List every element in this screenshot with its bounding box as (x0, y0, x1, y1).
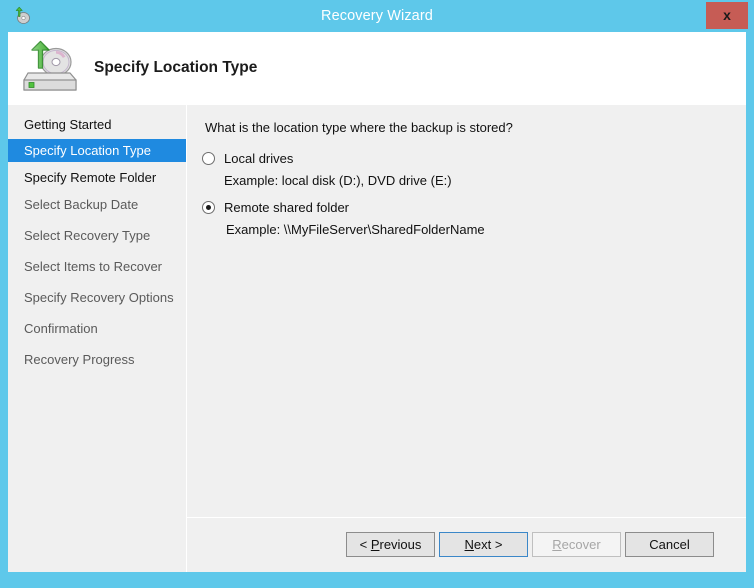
sidebar-item-recovery-progress[interactable]: Recovery Progress (8, 348, 186, 371)
next-suffix: ext > (474, 537, 503, 552)
recovery-wizard-window: Recovery Wizard x (0, 0, 754, 588)
close-icon[interactable]: x (706, 2, 748, 29)
wizard-body: Getting Started Specify Location Type Sp… (8, 105, 746, 572)
wizard-content: What is the location type where the back… (187, 105, 746, 572)
title-bar: Recovery Wizard x (0, 0, 754, 32)
example-remote-shared-folder: Example: \\MyFileServer\SharedFolderName (226, 222, 485, 237)
recover-suffix: ecover (562, 537, 601, 552)
next-accel: N (465, 537, 474, 552)
wizard-steps-sidebar: Getting Started Specify Location Type Sp… (8, 105, 186, 572)
cancel-label: Cancel (649, 537, 689, 552)
radio-icon-local-drives[interactable] (202, 152, 215, 165)
example-local-drives: Example: local disk (D:), DVD drive (E:) (224, 173, 452, 188)
page-title: Specify Location Type (94, 59, 257, 77)
location-type-question: What is the location type where the back… (205, 120, 513, 135)
footer-divider (187, 517, 746, 518)
sidebar-item-specify-recovery-options[interactable]: Specify Recovery Options (8, 286, 186, 309)
window-title: Recovery Wizard (0, 0, 754, 32)
sidebar-item-select-items-to-recover[interactable]: Select Items to Recover (8, 255, 186, 278)
radio-label-local-drives: Local drives (224, 150, 293, 167)
radio-icon-remote-shared-folder[interactable] (202, 201, 215, 214)
sidebar-item-select-backup-date[interactable]: Select Backup Date (8, 193, 186, 216)
sidebar-item-select-recovery-type[interactable]: Select Recovery Type (8, 224, 186, 247)
previous-button[interactable]: < Previous (346, 532, 435, 557)
sidebar-item-specify-location-type[interactable]: Specify Location Type (8, 139, 186, 162)
recovery-drive-icon (18, 40, 84, 96)
cancel-button[interactable]: Cancel (625, 532, 714, 557)
next-button[interactable]: Next > (439, 532, 528, 557)
radio-label-remote-shared-folder: Remote shared folder (224, 199, 349, 216)
recover-accel: R (552, 537, 561, 552)
recover-button: Recover (532, 532, 621, 557)
sidebar-item-specify-remote-folder[interactable]: Specify Remote Folder (8, 166, 186, 189)
sidebar-item-confirmation[interactable]: Confirmation (8, 317, 186, 340)
previous-prefix: < (360, 537, 371, 552)
previous-suffix: revious (379, 537, 421, 552)
wizard-header: Specify Location Type (8, 32, 746, 105)
sidebar-item-getting-started[interactable]: Getting Started (8, 113, 186, 136)
